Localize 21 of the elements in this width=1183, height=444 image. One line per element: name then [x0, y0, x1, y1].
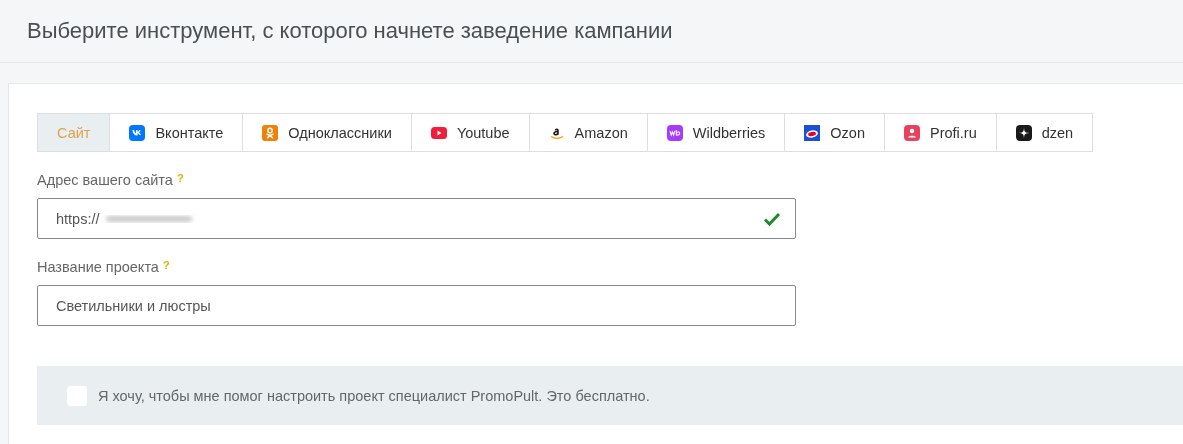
tab[interactable]: Вконтакте: [110, 113, 244, 152]
input-field[interactable]: Светильники и люстры: [37, 285, 796, 326]
star-icon: [1015, 124, 1032, 141]
tab[interactable]: Одноклассники: [243, 113, 412, 152]
tab[interactable]: dzen: [996, 113, 1094, 152]
vk-icon: [129, 124, 146, 141]
consent-text: Я хочу, чтобы мне помог настроить проект специалист PromoPult. Это бесплатно.: [98, 387, 650, 404]
tab[interactable]: Youtube: [411, 113, 530, 152]
tab[interactable]: Profi.ru: [884, 113, 997, 152]
tab[interactable]: Ozon: [785, 113, 885, 152]
input-field[interactable]: https://: [37, 198, 796, 239]
tab[interactable]: Wildberries: [647, 113, 786, 152]
person-icon: [903, 124, 920, 141]
field-label: Название проекта: [37, 259, 159, 275]
ozon-icon: [804, 124, 821, 141]
ok-icon: [262, 124, 279, 141]
play-icon: [430, 124, 447, 141]
wb-icon: [666, 124, 683, 141]
page-title: Выберите инструмент, с которого начнете заведение кампании: [27, 18, 673, 44]
tab[interactable]: Amazon: [529, 113, 648, 152]
field-label: Адрес вашего сайта: [37, 172, 173, 188]
